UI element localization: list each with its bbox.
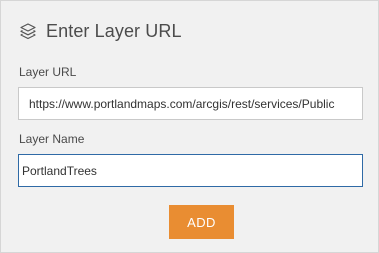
layer-url-label: Layer URL <box>19 65 77 79</box>
layer-url-input[interactable] <box>18 87 363 120</box>
layer-name-input[interactable] <box>18 154 363 187</box>
layer-name-label: Layer Name <box>19 132 85 146</box>
add-button[interactable]: ADD <box>169 205 234 239</box>
enter-layer-url-panel: Enter Layer URL Layer URL Layer Name ADD <box>0 0 379 253</box>
panel-title: Enter Layer URL <box>46 20 182 41</box>
panel-header: Enter Layer URL <box>18 18 182 44</box>
layers-icon <box>18 21 38 41</box>
